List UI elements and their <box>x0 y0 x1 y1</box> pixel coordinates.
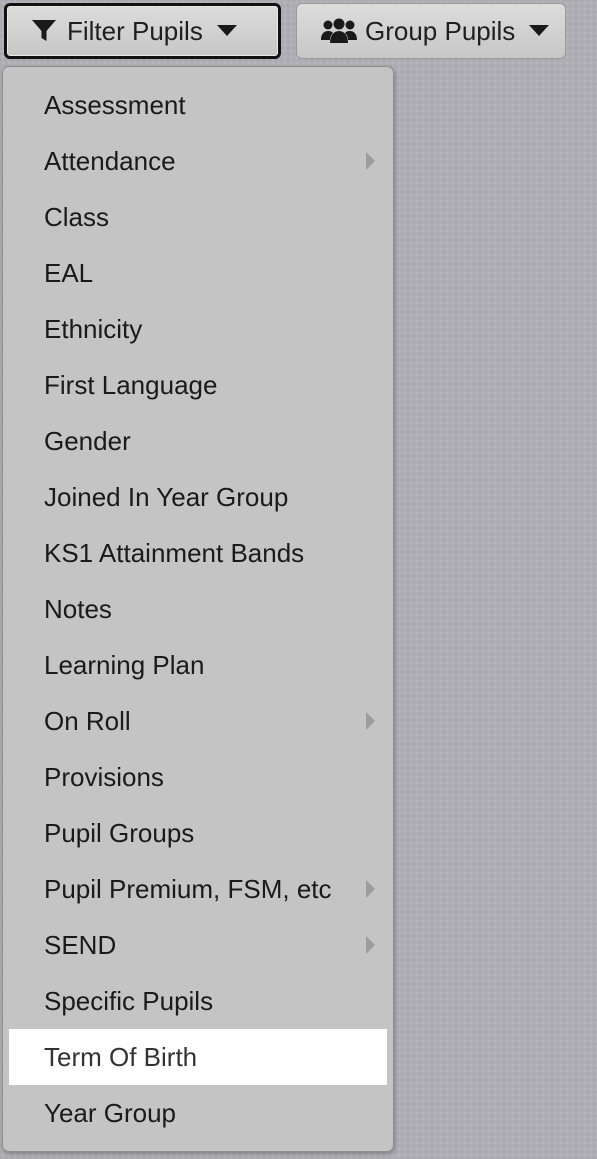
filter-pupils-label: Filter Pupils <box>67 15 203 46</box>
caret-down-icon <box>216 25 237 37</box>
caret-down-icon <box>529 25 550 37</box>
menu-item[interactable]: EAL <box>3 245 393 301</box>
menu-item-label: Gender <box>44 426 131 456</box>
menu-item-label: Class <box>44 202 110 232</box>
menu-item-label: Pupil Groups <box>44 818 195 848</box>
menu-item[interactable]: Notes <box>3 581 393 637</box>
group-pupils-button[interactable]: Group Pupils <box>296 3 566 59</box>
menu-item[interactable]: Provisions <box>3 749 393 805</box>
menu-item[interactable]: Class <box>3 189 393 245</box>
chevron-right-icon <box>366 936 375 954</box>
menu-item-label: Attendance <box>44 146 176 176</box>
chevron-right-icon <box>366 880 375 898</box>
menu-item[interactable]: Learning Plan <box>3 637 393 693</box>
funnel-icon <box>31 19 57 43</box>
menu-item[interactable]: Pupil Premium, FSM, etc <box>3 861 393 917</box>
filter-dropdown-menu: Assessment Attendance Class EAL Ethnicity Fir… <box>2 66 394 1152</box>
filter-pupils-button[interactable]: Filter Pupils <box>4 3 281 59</box>
menu-item[interactable]: KS1 Attainment Bands <box>3 525 393 581</box>
menu-item-label: EAL <box>44 258 94 288</box>
menu-item[interactable]: Gender <box>3 413 393 469</box>
menu-item-label: Year Group <box>44 1098 177 1128</box>
menu-item[interactable]: Joined In Year Group <box>3 469 393 525</box>
menu-item[interactable]: Ethnicity <box>3 301 393 357</box>
menu-item-label: KS1 Attainment Bands <box>44 538 305 568</box>
menu-item[interactable]: Attendance <box>3 133 393 189</box>
menu-item[interactable]: Term Of Birth <box>9 1029 387 1085</box>
chevron-right-icon <box>366 152 375 170</box>
menu-item-label: Specific Pupils <box>44 986 214 1016</box>
chevron-right-icon <box>366 712 375 730</box>
menu-item[interactable]: Assessment <box>3 77 393 133</box>
menu-item-label: On Roll <box>44 706 131 736</box>
users-icon <box>321 18 357 44</box>
menu-item-label: Joined In Year Group <box>44 482 289 512</box>
menu-item-label: Assessment <box>44 90 186 120</box>
menu-item-label: Notes <box>44 594 112 624</box>
menu-item-label: Pupil Premium, FSM, etc <box>44 874 332 904</box>
menu-item[interactable]: First Language <box>3 357 393 413</box>
menu-item-label: Term Of Birth <box>44 1042 198 1072</box>
menu-item-label: SEND <box>44 930 117 960</box>
menu-item-label: First Language <box>44 370 218 400</box>
menu-item[interactable]: Specific Pupils <box>3 973 393 1029</box>
menu-item[interactable]: Year Group <box>3 1085 393 1141</box>
group-pupils-label: Group Pupils <box>365 15 516 46</box>
menu-item[interactable]: SEND <box>3 917 393 973</box>
menu-item-label: Learning Plan <box>44 650 205 680</box>
menu-item-label: Provisions <box>44 762 164 792</box>
menu-item[interactable]: On Roll <box>3 693 393 749</box>
menu-item[interactable]: Pupil Groups <box>3 805 393 861</box>
menu-item-label: Ethnicity <box>44 314 143 344</box>
